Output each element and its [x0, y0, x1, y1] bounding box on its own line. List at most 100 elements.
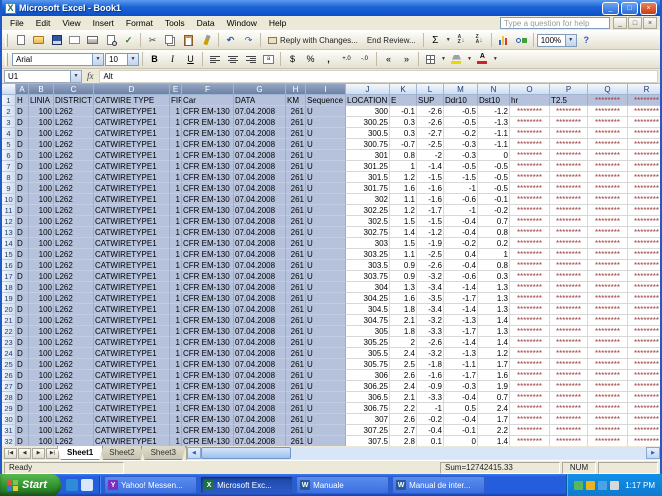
cell-K10[interactable]: 1.1 [390, 194, 417, 205]
menu-data[interactable]: Data [191, 17, 221, 29]
cell-P5[interactable]: ******** [550, 139, 588, 150]
cell-F32[interactable]: CFR EM-130 [182, 436, 234, 446]
cell-E24[interactable]: 1 [170, 348, 182, 359]
cell-L31[interactable]: -0.4 [417, 425, 444, 436]
cell-A18[interactable]: D [16, 282, 29, 293]
formula-input[interactable]: Alt [99, 70, 659, 83]
cell-I23[interactable]: U [306, 337, 346, 348]
cell-B16[interactable]: 100 [29, 260, 54, 271]
cell-L13[interactable]: -1.2 [417, 227, 444, 238]
cell-C7[interactable]: L262 [54, 161, 94, 172]
cell-Q22[interactable]: ******** [588, 326, 628, 337]
row-header-2[interactable]: 2 [2, 106, 16, 117]
italic-icon[interactable]: I [164, 51, 181, 67]
cell-L16[interactable]: -2.6 [417, 260, 444, 271]
cell-M26[interactable]: -1.7 [444, 370, 478, 381]
cell-Q17[interactable]: ******** [588, 271, 628, 282]
cell-B31[interactable]: 100 [29, 425, 54, 436]
cell-Q20[interactable]: ******** [588, 304, 628, 315]
cell-L12[interactable]: -1.5 [417, 216, 444, 227]
cell-K31[interactable]: 2.7 [390, 425, 417, 436]
cell-C15[interactable]: L262 [54, 249, 94, 260]
cell-C24[interactable]: L262 [54, 348, 94, 359]
cell-Q16[interactable]: ******** [588, 260, 628, 271]
cell-R29[interactable]: ******** [628, 403, 660, 414]
currency-icon[interactable]: $ [284, 51, 301, 67]
cell-H17[interactable]: 261 [286, 271, 306, 282]
cell-N19[interactable]: 1.3 [478, 293, 510, 304]
cell-M10[interactable]: -0.6 [444, 194, 478, 205]
cell-Q30[interactable]: ******** [588, 414, 628, 425]
cell-O6[interactable]: ******** [510, 150, 550, 161]
cell-I24[interactable]: U [306, 348, 346, 359]
cell-Q21[interactable]: ******** [588, 315, 628, 326]
cell-F11[interactable]: CFR EM-130 [182, 205, 234, 216]
cell-K18[interactable]: 1.3 [390, 282, 417, 293]
cell-F29[interactable]: CFR EM-130 [182, 403, 234, 414]
row-header-12[interactable]: 12 [2, 216, 16, 227]
cell-F19[interactable]: CFR EM-130 [182, 293, 234, 304]
cell-L22[interactable]: -3.3 [417, 326, 444, 337]
cell-E23[interactable]: 1 [170, 337, 182, 348]
cell-J22[interactable]: 305 [346, 326, 390, 337]
cell-G1[interactable]: DATA [234, 95, 286, 106]
cell-C12[interactable]: L262 [54, 216, 94, 227]
cell-L9[interactable]: -1.6 [417, 183, 444, 194]
mail-icon[interactable] [66, 32, 83, 48]
cell-G3[interactable]: 07.04.2008 [234, 117, 286, 128]
cell-L18[interactable]: -3.4 [417, 282, 444, 293]
cell-R7[interactable]: ******** [628, 161, 660, 172]
cell-L3[interactable]: -2.6 [417, 117, 444, 128]
workbook-restore-button[interactable]: □ [628, 17, 642, 29]
cell-N28[interactable]: 0.7 [478, 392, 510, 403]
cell-L30[interactable]: -0.2 [417, 414, 444, 425]
cell-N6[interactable]: 0 [478, 150, 510, 161]
cell-H27[interactable]: 261 [286, 381, 306, 392]
cell-B8[interactable]: 100 [29, 172, 54, 183]
cell-E14[interactable]: 1 [170, 238, 182, 249]
cell-B21[interactable]: 100 [29, 315, 54, 326]
cell-E20[interactable]: 1 [170, 304, 182, 315]
cell-F7[interactable]: CFR EM-130 [182, 161, 234, 172]
cell-D29[interactable]: CATWIRETYPE1 [94, 403, 170, 414]
cell-L28[interactable]: -3.3 [417, 392, 444, 403]
cell-Q18[interactable]: ******** [588, 282, 628, 293]
cell-P26[interactable]: ******** [550, 370, 588, 381]
cell-B10[interactable]: 100 [29, 194, 54, 205]
cell-G13[interactable]: 07.04.2008 [234, 227, 286, 238]
cell-M9[interactable]: -1 [444, 183, 478, 194]
cell-P15[interactable]: ******** [550, 249, 588, 260]
cell-G23[interactable]: 07.04.2008 [234, 337, 286, 348]
column-header-Q[interactable]: Q [588, 84, 628, 95]
cell-M11[interactable]: -1 [444, 205, 478, 216]
cell-Q11[interactable]: ******** [588, 205, 628, 216]
column-header-G[interactable]: G [234, 84, 286, 95]
cell-M6[interactable]: -0.3 [444, 150, 478, 161]
cell-K5[interactable]: -0.7 [390, 139, 417, 150]
toolbar-grip[interactable] [5, 34, 8, 47]
cell-O12[interactable]: ******** [510, 216, 550, 227]
cell-R6[interactable]: ******** [628, 150, 660, 161]
cell-N25[interactable]: 1.7 [478, 359, 510, 370]
cell-N26[interactable]: 1.6 [478, 370, 510, 381]
font-size-select[interactable]: 10▼ [105, 53, 139, 66]
cell-B23[interactable]: 100 [29, 337, 54, 348]
sheet-tab-sheet3[interactable]: Sheet3 [141, 446, 186, 460]
cell-M17[interactable]: -0.6 [444, 271, 478, 282]
cell-J1[interactable]: LOCATION [346, 95, 390, 106]
cell-H25[interactable]: 261 [286, 359, 306, 370]
cell-A16[interactable]: D [16, 260, 29, 271]
cell-R18[interactable]: ******** [628, 282, 660, 293]
cell-Q6[interactable]: ******** [588, 150, 628, 161]
cell-D15[interactable]: CATWIRETYPE1 [94, 249, 170, 260]
cell-F3[interactable]: CFR EM-130 [182, 117, 234, 128]
cell-O1[interactable]: hr [510, 95, 550, 106]
cell-I28[interactable]: U [306, 392, 346, 403]
column-header-K[interactable]: K [390, 84, 417, 95]
cell-P28[interactable]: ******** [550, 392, 588, 403]
cell-K16[interactable]: 0.9 [390, 260, 417, 271]
prev-sheet-icon[interactable]: ◀ [18, 448, 31, 459]
cell-B20[interactable]: 100 [29, 304, 54, 315]
cell-A28[interactable]: D [16, 392, 29, 403]
cell-K17[interactable]: 0.9 [390, 271, 417, 282]
